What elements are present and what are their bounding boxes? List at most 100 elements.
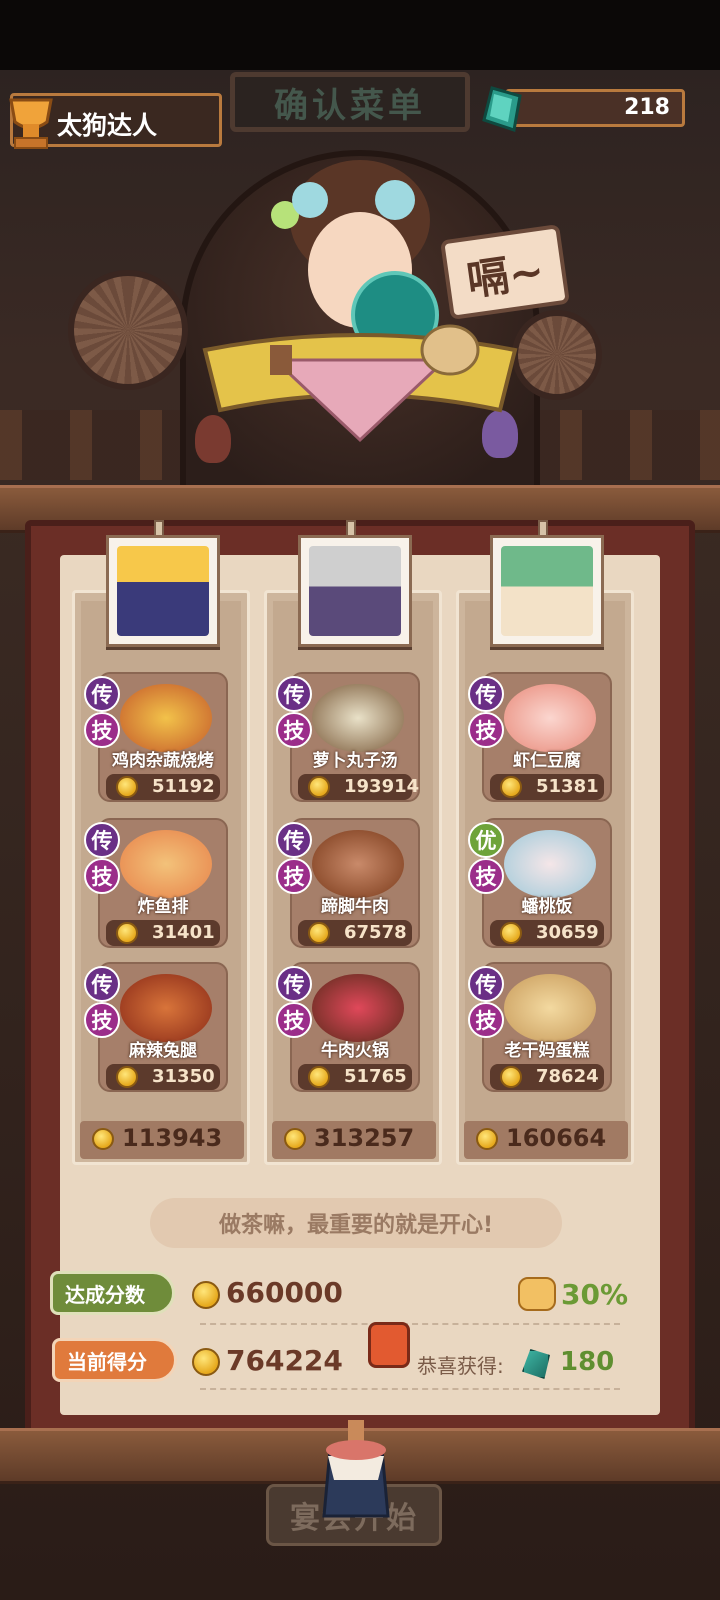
chef-portrait-1[interactable]: [106, 535, 220, 647]
dish-image: [120, 684, 212, 752]
legend-badge: 传: [276, 822, 312, 858]
chef-avatar-2: [309, 546, 401, 636]
chef-avatar-1: [117, 546, 209, 636]
legend-badge: 传: [468, 966, 504, 1002]
dish-price-bar: 51381: [490, 774, 604, 800]
pouch-icon: [322, 1420, 390, 1518]
player-name: 太狗达人: [57, 111, 158, 140]
target-score-label: 达成分数: [65, 1282, 145, 1307]
dish-name: 虾仁豆腐: [513, 751, 581, 771]
column-total-value: 313257: [314, 1124, 415, 1152]
dish-price-bar: 30659: [490, 920, 604, 946]
dish-price-bar: 31401: [106, 920, 220, 946]
skill-badge: 技: [276, 1002, 312, 1038]
bonus-rate: 30%: [561, 1278, 629, 1311]
dish-price: 78624: [536, 1066, 599, 1087]
dish-price: 31401: [152, 922, 215, 943]
dish-name: 鸡肉杂蔬烧烤: [112, 751, 214, 771]
dish-price-bar: 78624: [490, 1064, 604, 1090]
dish-price-bar: 51765: [298, 1064, 412, 1090]
chef-speech-bubble: 嗝~: [440, 224, 570, 320]
dish-price-bar: 31350: [106, 1064, 220, 1090]
target-score-tag: 达成分数: [50, 1271, 175, 1315]
coin-icon: [116, 1066, 138, 1088]
bonus-icon: [518, 1277, 556, 1311]
skill-badge: 技: [468, 712, 504, 748]
quote-text: 做茶嘛，最重要的就是开心!: [218, 1213, 494, 1238]
skill-badge: 技: [84, 858, 120, 894]
legend-badge: 传: [276, 676, 312, 712]
dish-name: 蟠桃饭: [521, 897, 573, 917]
dish-image: [504, 684, 596, 752]
player-profile[interactable]: 太狗达人: [9, 93, 222, 149]
coin-icon: [192, 1281, 220, 1309]
chef-avatar-3: [501, 546, 593, 636]
skill-badge: 技: [84, 712, 120, 748]
page-title: 确认菜单: [274, 85, 426, 126]
chef-quote: 做茶嘛，最重要的就是开心!: [150, 1198, 562, 1248]
dish-price: 51381: [536, 776, 599, 797]
column-total-value: 160664: [506, 1124, 607, 1152]
dish-price: 31350: [152, 1066, 215, 1087]
skill-badge: 技: [276, 712, 312, 748]
dish-price: 67578: [344, 922, 407, 943]
coin-icon: [500, 776, 522, 798]
current-score-value: 764224: [226, 1344, 343, 1377]
right-fan-decoration: [512, 310, 602, 400]
gem-count: 218: [624, 95, 670, 120]
dish-price: 51765: [344, 1066, 407, 1087]
dish-image: [504, 830, 596, 898]
coin-icon: [500, 922, 522, 944]
current-score-tag: 当前得分: [52, 1338, 177, 1382]
dish-price-bar: 51192: [106, 774, 220, 800]
skill-badge: 技: [468, 858, 504, 894]
column-total-3: 160664: [464, 1121, 628, 1159]
left-fan-decoration: [68, 270, 188, 390]
dish-name: 炸鱼排: [137, 897, 189, 917]
dish-name: 萝卜丸子汤: [312, 751, 398, 771]
legend-badge: 传: [276, 966, 312, 1002]
coin-icon: [500, 1066, 522, 1088]
gem-counter[interactable]: 218: [505, 89, 685, 127]
coin-icon: [308, 1066, 330, 1088]
divider: [200, 1323, 620, 1325]
coin-icon: [92, 1128, 114, 1150]
dish-image: [312, 830, 404, 898]
trophy-icon: [9, 98, 53, 149]
gem-icon: [482, 86, 522, 132]
page-title-plaque: 确认菜单: [230, 72, 470, 132]
skill-badge: 技: [468, 1002, 504, 1038]
dish-name: 蹄脚牛肉: [321, 897, 389, 917]
coin-icon: [308, 776, 330, 798]
dish-price-bar: 67578: [298, 920, 412, 946]
legend-badge: 传: [468, 676, 504, 712]
chef-portrait-3[interactable]: [490, 535, 604, 647]
column-total-1: 113943: [80, 1121, 244, 1159]
skill-badge: 技: [84, 1002, 120, 1038]
target-score-value: 660000: [226, 1276, 343, 1309]
good-badge: 优: [468, 822, 504, 858]
legend-badge: 传: [84, 676, 120, 712]
dish-image: [504, 974, 596, 1042]
dish-image: [120, 830, 212, 898]
dish-price: 51192: [152, 776, 215, 797]
legend-badge: 传: [84, 966, 120, 1002]
chef-portrait-2[interactable]: [298, 535, 412, 647]
coin-icon: [308, 922, 330, 944]
dish-price: 193914: [344, 776, 420, 797]
dish-image: [312, 974, 404, 1042]
reward-gems: 180: [560, 1347, 615, 1377]
coin-icon: [192, 1348, 220, 1376]
congrats-label: 恭喜获得:: [417, 1354, 504, 1378]
dish-image: [120, 974, 212, 1042]
current-score-label: 当前得分: [67, 1349, 147, 1374]
dish-image: [312, 684, 404, 752]
coin-icon: [116, 922, 138, 944]
dish-price: 30659: [536, 922, 599, 943]
divider: [200, 1388, 620, 1390]
coin-icon: [116, 776, 138, 798]
column-total-2: 313257: [272, 1121, 436, 1159]
thumbs-up-icon: [368, 1322, 410, 1368]
dish-name: 老干妈蛋糕: [504, 1041, 590, 1061]
dish-name: 牛肉火锅: [321, 1041, 389, 1061]
